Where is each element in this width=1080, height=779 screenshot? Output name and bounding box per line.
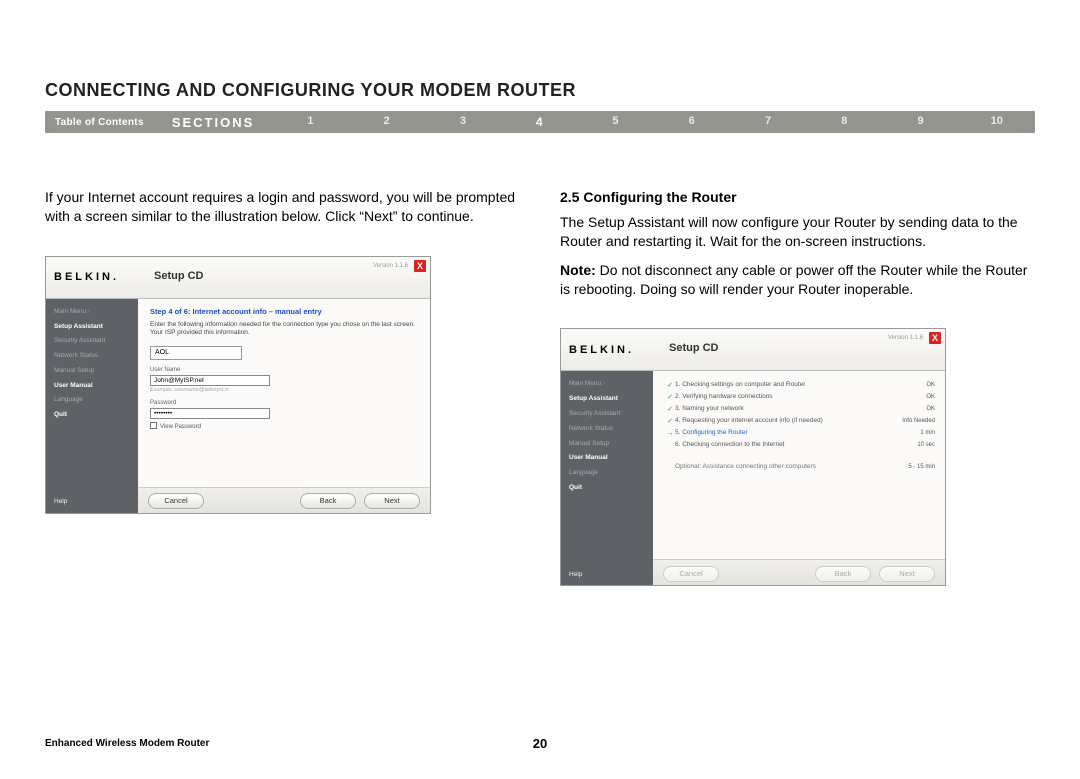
next-button: Next: [879, 566, 935, 582]
wizard-sidebar: Main Menu Setup Assistant Security Assis…: [561, 371, 653, 586]
wizard-sidebar: Main Menu Setup Assistant Security Assis…: [46, 299, 138, 514]
close-icon[interactable]: X: [414, 260, 426, 272]
step-row: ✓ 3. Naming your network OK: [665, 403, 935, 415]
password-label: Password: [150, 399, 420, 407]
nav-section-6[interactable]: 6: [654, 115, 730, 129]
note-paragraph: Note: Do not disconnect any cable or pow…: [560, 261, 1035, 299]
sidebar-item-manual-setup[interactable]: Manual Setup: [561, 437, 653, 452]
nav-section-10[interactable]: 10: [959, 115, 1035, 129]
sidebar-item-network-status[interactable]: Network Status: [561, 422, 653, 437]
wizard-version: Version 1.1.6: [888, 334, 923, 342]
nav-section-7[interactable]: 7: [730, 115, 806, 129]
sidebar-item-setup-assistant[interactable]: Setup Assistant: [46, 320, 138, 335]
nav-section-4[interactable]: 4: [501, 115, 577, 129]
view-password-checkbox[interactable]: [150, 422, 157, 429]
step-row: → 5. Configuring the Router 1 min: [665, 427, 935, 439]
belkin-logo: BELKIN.: [569, 343, 634, 358]
step-status: Info Needed: [891, 417, 935, 425]
right-paragraph: The Setup Assistant will now configure y…: [560, 213, 1035, 251]
wizard-screenshot-login: BELKIN. Setup CD Version 1.1.6 X Main Me…: [45, 256, 431, 514]
view-password-label: View Password: [160, 424, 201, 430]
username-input[interactable]: [150, 375, 270, 386]
sidebar-help-link[interactable]: Help: [46, 492, 138, 514]
right-column: 2.5 Configuring the Router The Setup Ass…: [560, 188, 1035, 586]
username-label: User Name: [150, 366, 420, 374]
sidebar-item-setup-assistant[interactable]: Setup Assistant: [561, 392, 653, 407]
wizard-header-title: Setup CD: [154, 269, 204, 284]
step-list: ✓ 1. Checking settings on computer and R…: [665, 379, 935, 473]
check-icon: ✓: [665, 393, 675, 402]
sidebar-item-language[interactable]: Language: [561, 466, 653, 481]
sidebar-item-main-menu[interactable]: Main Menu: [46, 305, 138, 320]
section-nav-bar: Table of Contents SECTIONS 1 2 3 4 5 6 7…: [45, 111, 1035, 133]
back-button: Back: [815, 566, 871, 582]
step-status: OK: [891, 393, 935, 401]
sidebar-item-security-assistant[interactable]: Security Assistant: [46, 334, 138, 349]
wizard-step-title: Step 4 of 6: Internet account info – man…: [150, 307, 420, 317]
nav-section-1[interactable]: 1: [272, 115, 348, 129]
belkin-logo: BELKIN.: [54, 270, 119, 285]
step-row: 6. Checking connection to the Internet 1…: [665, 439, 935, 451]
sidebar-item-network-status[interactable]: Network Status: [46, 349, 138, 364]
sidebar-help-link[interactable]: Help: [561, 565, 653, 587]
step-text: 3. Naming your network: [675, 405, 891, 414]
step-status: OK: [891, 381, 935, 389]
step-row: ✓ 4. Requesting your internet account in…: [665, 415, 935, 427]
sidebar-item-user-manual[interactable]: User Manual: [561, 451, 653, 466]
step-text: 1. Checking settings on computer and Rou…: [675, 381, 891, 390]
nav-section-8[interactable]: 8: [806, 115, 882, 129]
step-row-optional: Optional: Assistance connecting other co…: [665, 461, 935, 473]
step-row: ✓ 2. Verifying hardware connections OK: [665, 391, 935, 403]
sidebar-item-main-menu[interactable]: Main Menu: [561, 377, 653, 392]
password-input[interactable]: [150, 408, 270, 419]
username-hint: Example: username@telenyst.rr: [150, 387, 420, 394]
note-body: Do not disconnect any cable or power off…: [560, 262, 1027, 297]
cancel-button[interactable]: Cancel: [148, 493, 204, 509]
sidebar-item-user-manual[interactable]: User Manual: [46, 379, 138, 394]
step-text: 2. Verifying hardware connections: [675, 393, 891, 402]
wizard-screenshot-configuring: BELKIN. Setup CD Version 1.1.6 X Main Me…: [560, 328, 946, 586]
nav-section-3[interactable]: 3: [425, 115, 501, 129]
step-row: ✓ 1. Checking settings on computer and R…: [665, 379, 935, 391]
nav-section-2[interactable]: 2: [349, 115, 425, 129]
step-text: 6. Checking connection to the Internet: [675, 441, 891, 450]
wizard-step-description: Enter the following information needed f…: [150, 321, 420, 338]
page-title: CONNECTING AND CONFIGURING YOUR MODEM RO…: [45, 80, 1035, 101]
nav-section-9[interactable]: 9: [882, 115, 958, 129]
step-status: OK: [891, 405, 935, 413]
sidebar-item-quit[interactable]: Quit: [561, 481, 653, 496]
step-text: 5. Configuring the Router: [675, 429, 891, 438]
back-button[interactable]: Back: [300, 493, 356, 509]
step-status: 1 min: [891, 429, 935, 437]
check-icon: ✓: [665, 417, 675, 426]
left-column: If your Internet account requires a logi…: [45, 188, 520, 586]
cancel-button: Cancel: [663, 566, 719, 582]
sidebar-item-manual-setup[interactable]: Manual Setup: [46, 364, 138, 379]
page-number: 20: [533, 736, 547, 751]
footer-product-name: Enhanced Wireless Modem Router: [45, 738, 209, 749]
step-status: 5 - 15 min: [891, 463, 935, 471]
next-button[interactable]: Next: [364, 493, 420, 509]
check-icon: ✓: [665, 405, 675, 414]
nav-section-5[interactable]: 5: [577, 115, 653, 129]
step-text: 4. Requesting your internet account info…: [675, 417, 891, 426]
wizard-version: Version 1.1.6: [373, 262, 408, 270]
wizard-header-title: Setup CD: [669, 341, 719, 356]
step-text: Optional: Assistance connecting other co…: [675, 463, 891, 472]
sidebar-item-security-assistant[interactable]: Security Assistant: [561, 407, 653, 422]
close-icon[interactable]: X: [929, 332, 941, 344]
section-heading: 2.5 Configuring the Router: [560, 188, 1035, 207]
arrow-right-icon: →: [665, 429, 675, 438]
note-label: Note:: [560, 262, 596, 278]
check-icon: ✓: [665, 381, 675, 390]
step-status: 10 sec: [891, 441, 935, 449]
isp-select[interactable]: AOL: [150, 346, 242, 360]
sidebar-item-language[interactable]: Language: [46, 393, 138, 408]
nav-sections-label: SECTIONS: [154, 115, 272, 130]
left-paragraph: If your Internet account requires a logi…: [45, 188, 520, 226]
sidebar-item-quit[interactable]: Quit: [46, 408, 138, 423]
nav-toc-link[interactable]: Table of Contents: [45, 117, 154, 128]
